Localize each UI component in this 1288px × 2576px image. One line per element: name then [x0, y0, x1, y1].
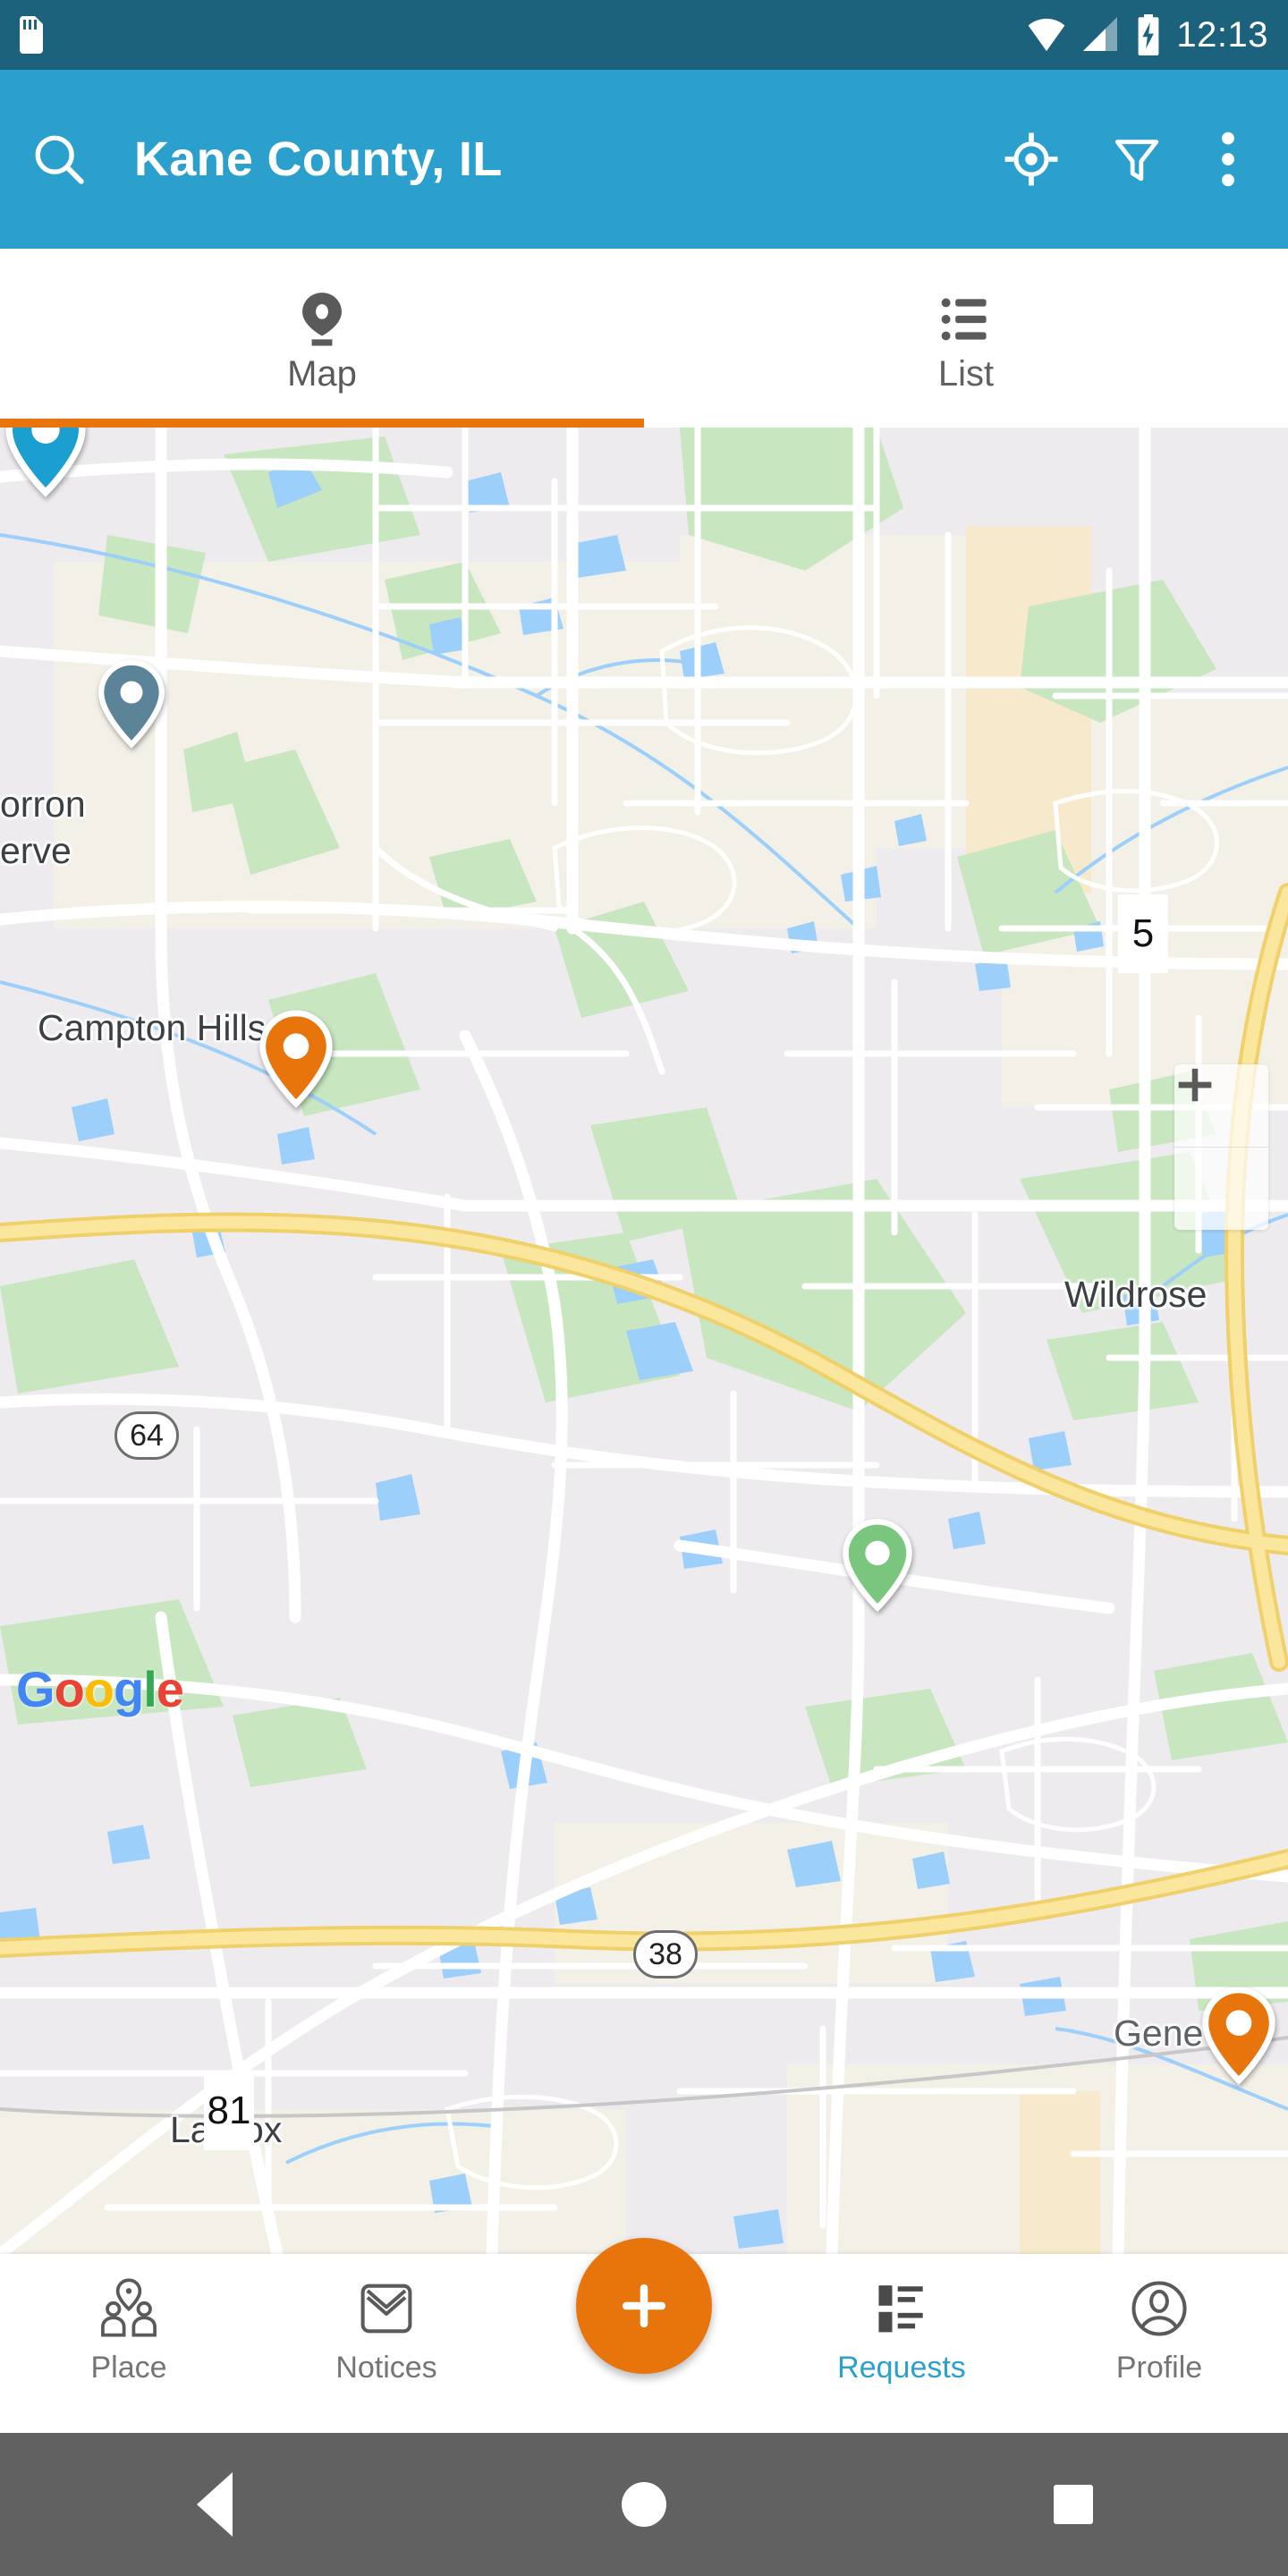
nav-item-profile-label: Profile: [1115, 2351, 1203, 2385]
tab-indicator: [0, 419, 644, 428]
marker-campton-hills[interactable]: [258, 1009, 335, 1109]
search-icon[interactable]: [30, 131, 88, 188]
my-location-icon[interactable]: [1004, 131, 1059, 187]
list-icon: [941, 298, 987, 341]
battery-charging-icon: [1138, 14, 1159, 55]
google-logo: Google: [16, 1660, 184, 1718]
wifi-icon: [1029, 18, 1065, 52]
sdcard-icon: [20, 16, 43, 54]
nav-item-profile[interactable]: Profile: [1030, 2254, 1288, 2383]
nav-item-requests[interactable]: Requests: [773, 2254, 1030, 2383]
marker-selected-top[interactable]: [4, 428, 88, 497]
nav-item-requests-label: Requests: [837, 2351, 966, 2385]
nav-item-notices[interactable]: Notices: [258, 2254, 515, 2383]
google-logo-letter: G: [16, 1661, 55, 1717]
bottom-navigation: Place Notices Requests Profile: [0, 2238, 1288, 2433]
tab-map-label: Map: [287, 354, 357, 394]
place-people-icon: [101, 2278, 157, 2337]
app-bar-actions: [1004, 131, 1258, 187]
requests-list-icon: [878, 2285, 923, 2333]
back-triangle-icon: [197, 2472, 233, 2537]
marker-wildrose[interactable]: [841, 1517, 914, 1614]
filter-icon[interactable]: [1111, 133, 1163, 185]
google-logo-letter: l: [143, 1661, 157, 1717]
recents-square-icon: [1054, 2485, 1093, 2524]
map-pin-icon: [302, 292, 342, 346]
android-back-button[interactable]: [125, 2472, 304, 2537]
map-tiles: [0, 428, 1288, 2254]
nav-item-notices-label: Notices: [335, 2351, 437, 2385]
home-circle-icon: [622, 2482, 666, 2527]
android-recents-button[interactable]: [984, 2485, 1163, 2524]
zoom-out-button[interactable]: [1174, 1081, 1268, 1230]
marker-geneva[interactable]: [1200, 1986, 1277, 2086]
status-bar-clock: 12:13: [1176, 15, 1268, 55]
tab-list-label: List: [937, 354, 995, 394]
google-logo-letter: o: [54, 1661, 85, 1717]
route-shield: 64: [114, 1411, 179, 1460]
status-bar-right: 12:13: [1026, 14, 1268, 55]
route-shield: 38: [633, 1930, 698, 1979]
marker-preserve[interactable]: [97, 658, 166, 750]
account-circle-icon: [1131, 2281, 1187, 2336]
minus-icon: [1178, 1081, 1212, 1089]
android-navigation-bar: [0, 2433, 1288, 2576]
map-canvas[interactable]: orron erve Campton Hills Wildrose Geneva…: [0, 428, 1288, 2254]
route-shield: 5: [1118, 894, 1168, 973]
nav-item-place[interactable]: Place: [0, 2254, 258, 2383]
app-bar: Kane County, IL: [0, 70, 1288, 249]
plus-icon: [623, 2284, 665, 2327]
route-shield: 81: [204, 2072, 254, 2150]
nav-item-place-label: Place: [90, 2351, 167, 2385]
tab-bar: Map List: [0, 249, 1288, 428]
status-bar-left: [20, 16, 43, 54]
add-button[interactable]: [576, 2238, 712, 2374]
tab-map[interactable]: Map: [0, 249, 644, 428]
app-root: 12:13 Kane County, IL Map List orron erv…: [0, 0, 1288, 2576]
signal-icon: [1083, 17, 1118, 51]
map-zoom-controls: [1174, 1064, 1268, 1230]
google-logo-letter: g: [114, 1661, 144, 1717]
status-bar: 12:13: [0, 0, 1288, 70]
envelope-icon: [360, 2284, 412, 2334]
tab-list[interactable]: List: [644, 249, 1288, 428]
page-title: Kane County, IL: [134, 132, 503, 186]
overflow-menu-icon[interactable]: [1215, 131, 1241, 187]
google-logo-letter: o: [83, 1661, 114, 1717]
google-logo-letter: e: [156, 1661, 184, 1717]
android-home-button[interactable]: [555, 2482, 733, 2527]
